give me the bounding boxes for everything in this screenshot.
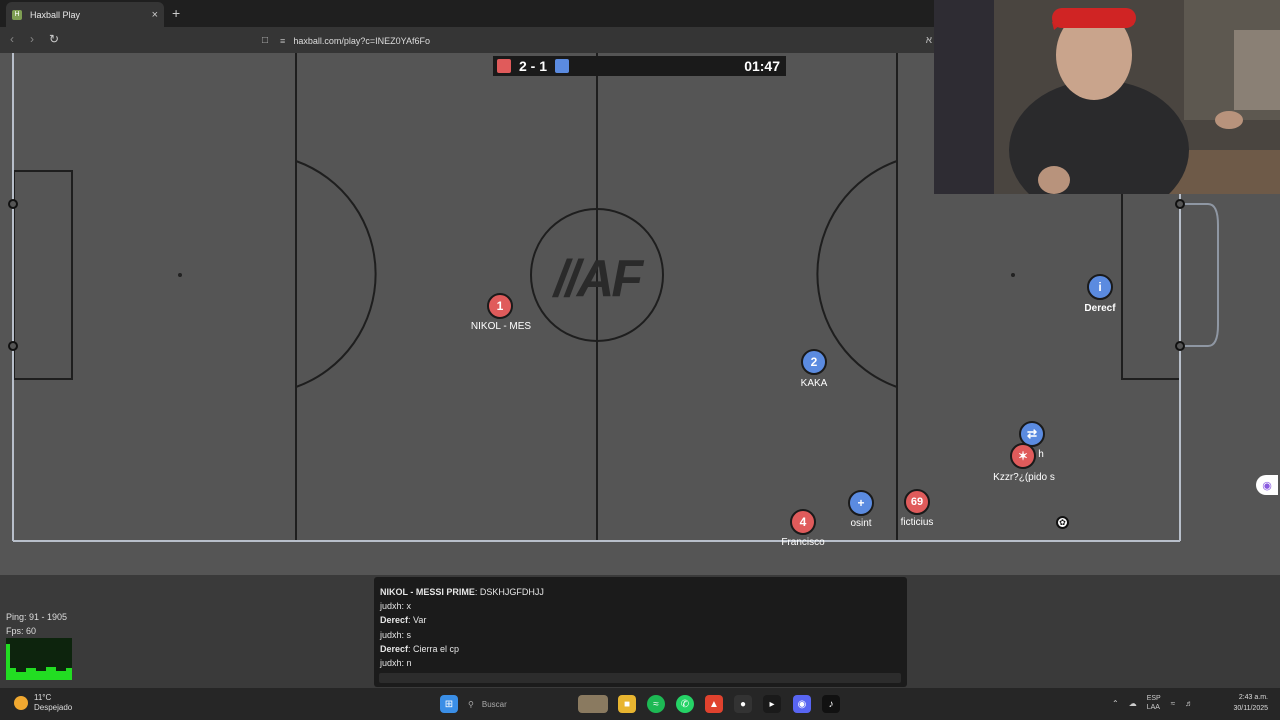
haxball-favicon-icon: H <box>12 9 22 20</box>
fps-text: Fps: 60 <box>6 626 37 636</box>
chat-message: Derecf: Cierra el cp <box>380 643 460 654</box>
player-name: Kzzr?¿(pido s <box>993 472 1055 483</box>
widget-icon[interactable] <box>578 695 608 713</box>
translate-icon[interactable]: א <box>926 35 932 46</box>
player-disc: ✶ <box>1010 443 1036 469</box>
reload-icon[interactable]: ↻ <box>49 32 59 46</box>
match-timer: 01:47 <box>744 58 780 74</box>
player-name: NIKOL - MES <box>470 321 532 332</box>
windows-start-icon[interactable]: ⊞ <box>440 695 458 713</box>
whatsapp-icon[interactable]: ✆ <box>676 695 694 713</box>
player-disc: 2 <box>801 349 827 375</box>
brave-icon[interactable]: ▲ <box>705 695 723 713</box>
chevron-up-icon[interactable]: ⌃ <box>1112 699 1119 708</box>
player-name: ficticius <box>900 517 934 528</box>
fps-graph <box>6 638 72 680</box>
chat-panel: NIKOL - MESSI PRIME: DSKHJGFDHJJ judxh: … <box>374 577 907 687</box>
volume-icon[interactable]: ♬ <box>1185 699 1193 708</box>
red-team-indicator <box>497 59 511 73</box>
ball-icon: ✿ <box>1056 516 1069 529</box>
ping-text: Ping: 91 - 1905 <box>6 612 68 622</box>
browser-tab[interactable]: H Haxball Play × <box>6 2 164 27</box>
weather-widget[interactable]: 11°C Despejado <box>14 693 72 713</box>
blue-team-indicator <box>555 59 570 73</box>
clock-date: 30/11/2025 <box>1233 705 1268 712</box>
chat-log: NIKOL - MESSI PRIME: DSKHJGFDHJJ judxh: … <box>380 585 544 670</box>
player-name: osint <box>850 518 872 529</box>
taskbar-search[interactable]: ⚲ Buscar <box>468 695 564 713</box>
player-disc: 1 <box>487 293 513 319</box>
center-logo: //AF <box>553 250 643 308</box>
player-disc: 69 <box>904 489 930 515</box>
wifi-icon[interactable]: ≈ <box>1171 699 1175 708</box>
chrome-icon[interactable]: ● <box>734 695 752 713</box>
language-text[interactable]: ESP <box>1147 694 1161 703</box>
search-placeholder: Buscar <box>481 699 507 709</box>
close-tab-icon[interactable]: × <box>152 9 158 21</box>
system-clock[interactable]: 2:43 a.m. 30/11/2025 <box>1220 692 1268 714</box>
chat-message: judxh: n <box>380 658 412 669</box>
language-subtext[interactable]: LAA <box>1147 703 1161 712</box>
player-name: KAKA <box>800 378 828 389</box>
chat-message: judxh: x <box>380 601 412 612</box>
system-tray[interactable]: ⌃ ☁ ESP LAA ≈ ♬ <box>1112 694 1193 712</box>
file-explorer-icon[interactable]: ■ <box>618 695 636 713</box>
chat-message: NIKOL - MESSI PRIME: DSKHJGFDHJJ <box>380 587 544 597</box>
chat-input[interactable] <box>379 673 901 683</box>
site-info-icon[interactable]: ≡ <box>280 36 285 46</box>
tiktok-icon[interactable]: ♪ <box>822 695 840 713</box>
chat-message: Derecf: Var <box>380 615 427 626</box>
cloud-icon[interactable]: ☁ <box>1129 699 1137 708</box>
player-disc: + <box>848 490 874 516</box>
spotify-icon[interactable]: ≈ <box>647 695 665 713</box>
extension-side-icon[interactable]: ◉ <box>1256 475 1278 495</box>
player-name: Francisco <box>781 537 825 548</box>
scoreboard: 2 - 1 01:47 <box>493 56 786 76</box>
player-name: h <box>1038 449 1044 460</box>
discord-icon[interactable]: ◉ <box>793 695 811 713</box>
search-icon: ⚲ <box>468 699 474 709</box>
weather-sun-icon <box>14 696 28 710</box>
forward-arrow-icon[interactable]: › <box>30 32 34 46</box>
new-tab-button[interactable]: + <box>172 5 180 21</box>
bookmark-icon[interactable]: □ <box>262 35 268 46</box>
back-arrow-icon[interactable]: ‹ <box>10 32 14 46</box>
webcam-overlay <box>934 0 1280 194</box>
weather-desc: Despejado <box>34 703 73 712</box>
tab-title: Haxball Play <box>30 9 81 20</box>
chat-message: judxh: s <box>380 629 412 640</box>
clock-time: 2:43 a.m. <box>1238 694 1268 701</box>
player-name: Derecf <box>1084 303 1116 314</box>
address-bar[interactable]: □ ≡ haxball.com/play?c=INEZ0YAf6Fo א <box>262 32 932 49</box>
url-text[interactable]: haxball.com/play?c=INEZ0YAf6Fo <box>293 36 430 46</box>
player-disc: 4 <box>790 509 816 535</box>
terminal-icon[interactable]: ▸ <box>763 695 781 713</box>
windows-taskbar: 11°C Despejado ⊞ ⚲ Buscar ■ ≈ ✆ ▲ ● ▸ ◉ … <box>0 688 1280 720</box>
score-text: 2 - 1 <box>519 58 548 74</box>
player-disc: i <box>1087 274 1113 300</box>
weather-temp: 11°C <box>34 693 52 702</box>
network-stats: Ping: 91 - 1905 Fps: 60 <box>6 610 67 638</box>
